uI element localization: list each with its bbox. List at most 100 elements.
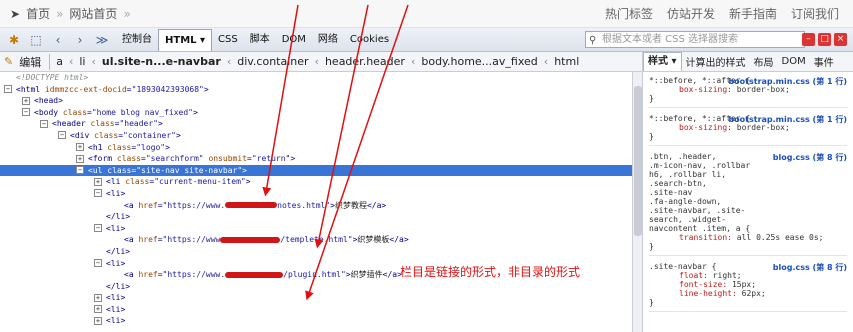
expand-icon[interactable]: +: [94, 177, 102, 186]
css-source-link[interactable]: bootstrap.min.css (第 1 行): [728, 114, 847, 125]
tree-row[interactable]: </li>: [0, 281, 632, 293]
inspect-icon[interactable]: ⬚: [28, 32, 44, 48]
tree-row-selected[interactable]: − <ul class="site-nav site-navbar">: [0, 164, 632, 177]
command-line-icon[interactable]: ≫: [94, 32, 110, 48]
tab-cookies[interactable]: Cookies: [344, 29, 395, 51]
tab-events[interactable]: 事件: [810, 54, 838, 69]
tree-token: class: [94, 130, 119, 140]
tree-token: >: [157, 119, 163, 129]
close-icon[interactable]: ×: [834, 33, 847, 46]
tree-token: <li>: [106, 293, 126, 303]
tree-row[interactable]: <a href="https://www. notes.html">织梦教程</a…: [0, 200, 632, 212]
tab-layout[interactable]: 布局: [750, 54, 778, 69]
tree-token: </li>: [106, 281, 131, 291]
edit-button[interactable]: 编辑: [19, 53, 51, 70]
tab-side-dom[interactable]: DOM: [778, 56, 810, 67]
tree-row[interactable]: + <form class="searchform" onsubmit="retu…: [0, 153, 632, 165]
tree-row[interactable]: </li>: [0, 246, 632, 258]
tree-token: <li>: [106, 223, 126, 233]
expand-icon[interactable]: +: [76, 143, 84, 152]
nav-beginner-guide[interactable]: 新手指南: [729, 5, 777, 22]
tree-row[interactable]: + <head>: [0, 95, 632, 107]
crumb-div[interactable]: div.container: [237, 55, 308, 68]
tree-row[interactable]: − <header class="header">: [0, 118, 632, 130]
expand-icon[interactable]: +: [94, 316, 102, 325]
tree-token: /templete.html": [280, 235, 353, 245]
collapse-icon[interactable]: −: [22, 108, 30, 117]
tab-style[interactable]: 样式 ▾: [643, 52, 682, 71]
css-rule-close: }: [649, 298, 654, 307]
tree-token: <ul: [88, 165, 108, 175]
tree-token: 织梦插件: [350, 270, 383, 280]
collapse-icon[interactable]: −: [40, 119, 48, 128]
crumb-html[interactable]: html: [554, 55, 579, 68]
tree-row[interactable]: + <h1 class="logo">: [0, 142, 632, 154]
expand-icon[interactable]: +: [94, 305, 102, 314]
tab-net[interactable]: 网络: [312, 29, 344, 51]
tree-row[interactable]: + <li>: [0, 292, 632, 304]
tree-row[interactable]: − <html idmmzcc-ext-docid="1893042393068"…: [0, 84, 632, 96]
tab-computed[interactable]: 计算出的样式: [682, 54, 750, 69]
back-icon[interactable]: ‹: [50, 32, 66, 48]
tab-console[interactable]: 控制台: [116, 29, 158, 51]
tree-row[interactable]: − <li>: [0, 188, 632, 200]
css-value: 62px;: [741, 289, 766, 298]
tree-token: class: [107, 165, 132, 175]
css-source-link[interactable]: blog.css (第 8 行): [773, 262, 847, 273]
collapse-icon[interactable]: −: [76, 166, 84, 175]
css-selector: .site-nav: [649, 188, 693, 197]
collapse-icon[interactable]: −: [58, 131, 66, 140]
css-property: font-size:: [679, 280, 732, 289]
expand-icon[interactable]: +: [76, 154, 84, 163]
css-source-link[interactable]: bootstrap.min.css (第 1 行): [728, 76, 847, 87]
tab-css[interactable]: CSS: [212, 29, 244, 51]
annotation-note: 栏目是链接的形式，非目录的形式: [400, 265, 581, 279]
tree-token: "home blog nav_fixed": [91, 107, 193, 117]
crumb-home[interactable]: 首页: [26, 5, 50, 22]
tree-row[interactable]: <a href="https://www/templete.html">织梦模板…: [0, 234, 632, 246]
forward-icon[interactable]: ›: [72, 32, 88, 48]
tree-row[interactable]: + <li class="current-menu-item">: [0, 176, 632, 188]
collapse-icon[interactable]: −: [94, 259, 102, 267]
tree-row[interactable]: − <body class="home blog nav_fixed">: [0, 107, 632, 119]
tree-row[interactable]: + <li>: [0, 304, 632, 316]
nav-clone-dev[interactable]: 仿站开发: [667, 5, 715, 22]
tab-script[interactable]: 脚本: [244, 29, 276, 51]
crumb-li[interactable]: li: [79, 55, 85, 68]
collapse-icon[interactable]: −: [94, 224, 102, 233]
tree-scrollbar[interactable]: [632, 72, 642, 332]
send-icon: ➤: [10, 6, 21, 21]
expand-icon[interactable]: +: [22, 96, 30, 105]
edit-icon[interactable]: ✎: [4, 55, 13, 68]
minimize-icon[interactable]: –: [802, 33, 815, 46]
css-declaration[interactable]: transition: all 0.25s ease 0s;: [649, 233, 847, 242]
collapse-icon[interactable]: −: [94, 189, 102, 198]
tree-token: "return: [251, 154, 286, 164]
tree-row[interactable]: </li>: [0, 211, 632, 223]
scroll-thumb[interactable]: [634, 86, 642, 236]
tree-token: href: [138, 270, 158, 280]
crumb-body[interactable]: body.home...av_fixed: [421, 55, 537, 68]
collapse-icon[interactable]: −: [4, 85, 12, 94]
bug-icon[interactable]: ✱: [6, 32, 22, 48]
nav-hot-tags[interactable]: 热门标签: [605, 5, 653, 22]
tree-row[interactable]: + <li>: [0, 315, 632, 327]
tree-token: "site-nav site-navbar": [136, 165, 243, 175]
tab-dom[interactable]: DOM: [276, 29, 312, 51]
expand-icon[interactable]: +: [94, 293, 102, 302]
tab-html[interactable]: HTML ▾: [158, 28, 213, 51]
css-property: transition:: [679, 233, 737, 242]
detach-icon[interactable]: □: [818, 33, 831, 46]
css-declaration[interactable]: line-height: 62px;: [649, 289, 847, 298]
css-declaration[interactable]: font-size: 15px;: [649, 280, 847, 289]
tree-row[interactable]: − <li>: [0, 223, 632, 235]
tree-row[interactable]: <!DOCTYPE html>: [0, 72, 632, 84]
search-input[interactable]: ⚲ 根据文本或者 CSS 选择器搜索: [585, 31, 805, 48]
tree-row[interactable]: − <div class="container">: [0, 130, 632, 142]
nav-subscribe[interactable]: 订阅我们: [791, 5, 839, 22]
crumb-ul[interactable]: ul.site-n...e-navbar: [102, 55, 221, 68]
css-source-link[interactable]: blog.css (第 8 行): [773, 152, 847, 163]
crumb-header[interactable]: header.header: [325, 55, 405, 68]
crumb-a[interactable]: a: [56, 55, 63, 68]
crumb-site-home[interactable]: 网站首页: [69, 5, 117, 22]
